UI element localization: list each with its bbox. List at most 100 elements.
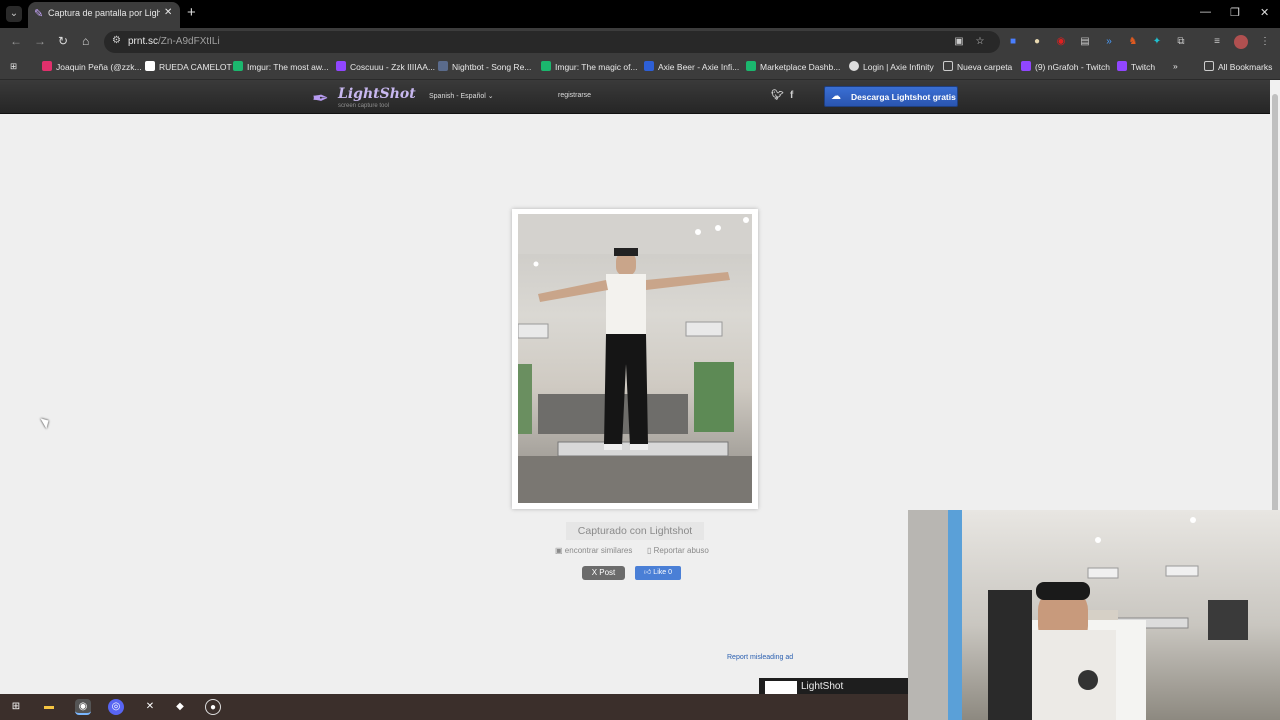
imgur-icon — [233, 61, 243, 71]
twitch-icon — [1021, 61, 1031, 71]
download-label: Descarga Lightshot gratis — [851, 92, 956, 102]
extension-record-icon[interactable]: ◉ — [1054, 35, 1068, 49]
file-explorer-icon[interactable]: ▬ — [41, 699, 57, 715]
bookmark-folder[interactable]: Nueva carpeta — [943, 61, 1012, 72]
download-lightshot-button[interactable]: ☁ Descarga Lightshot gratis — [824, 86, 958, 107]
bookmark-item[interactable]: RUEDA CAMELOT — [145, 61, 232, 72]
logo-name: LightShot — [338, 86, 416, 102]
bookmark-label: Imgur: The most aw... — [247, 62, 329, 72]
chevron-down-icon: ⌄ — [487, 93, 494, 100]
more-bookmarks-icon[interactable]: » — [1173, 61, 1178, 71]
bookmark-item[interactable]: Nightbot - Song Re... — [438, 61, 531, 72]
windows-start-icon[interactable]: ⊞ — [8, 699, 24, 715]
twitch-icon — [336, 61, 346, 71]
minimize-icon[interactable]: — — [1200, 6, 1211, 18]
bookmark-item[interactable]: Coscuuu - Zzk IIIIAA... — [336, 61, 435, 72]
tab-search-icon[interactable]: ⌄ — [6, 6, 22, 22]
logo-tagline: screen capture tool — [338, 103, 390, 109]
reload-icon[interactable]: ↻ — [58, 34, 68, 48]
instagram-icon — [42, 61, 52, 71]
extension-bitwarden-icon[interactable]: ■ — [1006, 35, 1020, 49]
language-label: Spanish - Español — [429, 93, 486, 100]
extension-icon[interactable]: ♞ — [1126, 35, 1140, 49]
extension-icon[interactable]: ● — [1030, 35, 1044, 49]
bookmark-label: (9) nGrafoh - Twitch — [1035, 62, 1110, 72]
media-control-icon[interactable]: ≡ — [1210, 35, 1224, 49]
obs-icon[interactable]: ● — [205, 699, 221, 715]
camera-icon: ▣ — [555, 546, 563, 555]
ad-banner[interactable]: LightShot — [759, 678, 909, 694]
menu-icon[interactable]: ⋮ — [1258, 35, 1272, 49]
screenshot-image[interactable] — [518, 214, 752, 503]
forward-icon[interactable]: → — [34, 34, 46, 48]
restore-icon[interactable]: ❐ — [1230, 6, 1240, 19]
bookmark-item[interactable]: Twitch — [1117, 61, 1155, 72]
imgur-icon — [541, 61, 551, 71]
tab-close-icon[interactable]: ✕ — [164, 7, 172, 18]
bookmark-label: Joaquin Peña (@zzk... — [56, 62, 142, 72]
download-cloud-icon: ☁ — [831, 91, 841, 102]
install-app-icon[interactable]: ▣ — [952, 35, 966, 49]
tab-active[interactable]: ✎ Captura de pantalla por Lightshot ✕ — [28, 2, 180, 28]
facebook-icon[interactable]: f — [790, 90, 793, 101]
home-icon[interactable]: ⌂ — [82, 34, 89, 48]
tab-strip: ⌄ ✎ Captura de pantalla por Lightshot ✕ … — [0, 0, 1280, 28]
browser-toolbar: ← → ↻ ⌂ ⚙ prnt.sc/Zn-A9dFXtILi ▣ ☆ ■ ● ◉… — [0, 28, 1280, 56]
register-link[interactable]: registrarse — [558, 92, 591, 99]
bookmark-label: Twitch — [1131, 62, 1156, 72]
webcam-overlay — [908, 510, 1280, 720]
bookmark-label: Nightbot - Song Re... — [452, 62, 532, 72]
apps-grid-icon[interactable]: ⊞ — [10, 61, 17, 72]
steam-icon[interactable]: ◆ — [172, 699, 188, 715]
webcam-photo — [908, 510, 1248, 720]
bookmark-item[interactable]: (9) nGrafoh - Twitch — [1021, 61, 1110, 72]
bookmark-item[interactable]: Axie Beer - Axie Infi... — [644, 61, 739, 72]
extension-icon[interactable]: ✦ — [1150, 35, 1164, 49]
lightshot-logo[interactable]: ✒ LightShot screen capture tool — [312, 84, 416, 110]
bookmark-label: Nueva carpeta — [957, 62, 1013, 72]
url-text: prnt.sc/Zn-A9dFXtILi — [128, 36, 220, 47]
site-info-icon[interactable]: ⚙ — [112, 35, 121, 46]
chrome-icon[interactable]: ◉ — [75, 699, 91, 715]
facebook-like-button[interactable]: 👍︎ Like 0 — [635, 566, 681, 580]
extension-icon[interactable]: » — [1102, 35, 1116, 49]
bookmark-item[interactable]: Imgur: The most aw... — [233, 61, 329, 72]
new-tab-icon[interactable]: + — [187, 4, 196, 21]
bookmark-item[interactable]: Imgur: The magic of... — [541, 61, 638, 72]
extension-icon[interactable]: ▤ — [1078, 35, 1092, 49]
captured-with-lightshot[interactable]: Capturado con Lightshot — [566, 522, 704, 540]
discord-icon[interactable]: ◎ — [108, 699, 124, 715]
all-bookmarks-label: All Bookmarks — [1218, 62, 1273, 72]
bookmark-label: Imgur: The magic of... — [555, 62, 638, 72]
profile-avatar[interactable] — [1234, 35, 1248, 49]
all-bookmarks[interactable]: All Bookmarks — [1204, 61, 1272, 72]
find-similar-link[interactable]: ▣ encontrar similares — [555, 546, 632, 555]
app-icon[interactable]: ✕ — [142, 699, 158, 715]
x-post-button[interactable]: X Post — [582, 566, 625, 580]
close-window-icon[interactable]: ✕ — [1260, 6, 1269, 19]
url-host: prnt.sc — [128, 36, 159, 47]
back-icon[interactable]: ← — [10, 34, 22, 48]
mouse-cursor-icon — [40, 415, 52, 429]
twitter-icon[interactable]: 🐦︎ — [771, 90, 784, 101]
bookmark-item[interactable]: Joaquin Peña (@zzk... — [42, 61, 142, 72]
extensions-puzzle-icon[interactable]: ⧉ — [1174, 35, 1188, 49]
screenshot-photo — [518, 214, 752, 503]
bookmark-item[interactable]: Marketplace Dashb... — [746, 61, 840, 72]
lightshot-header: ✒ LightShot screen capture tool Spanish … — [0, 80, 1270, 114]
like-label: Like 0 — [653, 569, 672, 576]
nightbot-icon — [438, 61, 448, 71]
address-bar[interactable]: ⚙ prnt.sc/Zn-A9dFXtILi — [104, 31, 1000, 53]
report-misleading-ad-link[interactable]: Report misleading ad — [727, 654, 793, 661]
taskbar: ⊞ ▬ ◉ ◎ ✕ ◆ ● — [0, 694, 908, 720]
language-selector[interactable]: Spanish - Español ⌄ — [429, 92, 494, 100]
bookmark-label: RUEDA CAMELOT — [159, 62, 232, 72]
screenshot-frame — [512, 209, 758, 509]
twitch-icon — [1117, 61, 1127, 71]
report-abuse-link[interactable]: ▯ Reportar abuso — [647, 546, 709, 555]
ad-text: LightShot — [801, 681, 844, 692]
folder-icon — [1204, 61, 1214, 71]
bookmark-item[interactable]: Login | Axie Infinity — [849, 61, 934, 72]
bookmark-label: Marketplace Dashb... — [760, 62, 841, 72]
bookmark-star-icon[interactable]: ☆ — [973, 35, 987, 49]
